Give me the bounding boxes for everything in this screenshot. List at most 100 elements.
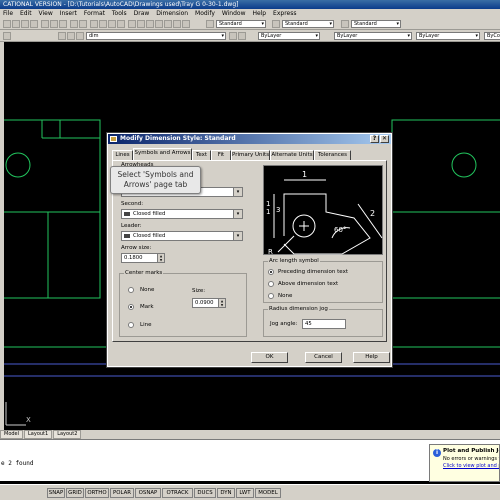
ortho-button[interactable]: ORTHO	[85, 488, 109, 498]
model-button[interactable]: MODEL	[255, 488, 281, 498]
tab-lines[interactable]: Lines	[112, 150, 133, 160]
new-icon[interactable]	[3, 20, 11, 28]
tab-tolerances[interactable]: Tolerances	[314, 150, 351, 160]
menu-view[interactable]: View	[39, 10, 53, 17]
grid-button[interactable]: GRID	[66, 488, 84, 498]
leader-arrowhead-value: Closed filled	[133, 233, 166, 239]
center-size-input[interactable]: 0.0900 ▲ ▼	[192, 298, 226, 308]
lineweight-combo[interactable]: ByLayer	[416, 32, 480, 40]
notification-link[interactable]: Click to view plot and publ	[443, 463, 499, 469]
chevron-down-icon[interactable]: ▾	[233, 232, 242, 240]
layer-manager-icon[interactable]	[3, 32, 11, 40]
arrow-size-input[interactable]: 0.1800 ▲ ▼	[121, 253, 165, 263]
arc-preceding-radio[interactable]	[268, 269, 274, 275]
copy-icon[interactable]	[50, 20, 58, 28]
tab-text[interactable]: Text	[192, 150, 211, 160]
lwt-button[interactable]: LWT	[236, 488, 254, 498]
plot-publish-notification[interactable]: i Plot and Publish Jo No errors or warni…	[429, 444, 500, 482]
calculator-icon[interactable]	[173, 20, 181, 28]
redo-icon[interactable]	[79, 20, 87, 28]
make-current-icon[interactable]	[229, 32, 237, 40]
tutorial-callout-line2: Arrows' page tab	[123, 180, 188, 189]
menu-modify[interactable]: Modify	[195, 10, 215, 17]
plot-icon[interactable]	[30, 20, 38, 28]
plotstyle-combo[interactable]: ByColor	[484, 32, 500, 40]
markup-icon[interactable]	[164, 20, 172, 28]
layer-lock-icon[interactable]	[76, 32, 84, 40]
help-icon[interactable]	[182, 20, 190, 28]
zoom-window-icon[interactable]	[108, 20, 116, 28]
text-style-combo[interactable]: Standard	[216, 20, 266, 28]
tab-alternate-units[interactable]: Alternate Units	[270, 150, 314, 160]
preview-dim-right: 2	[370, 209, 375, 218]
table-style-combo[interactable]: Standard	[351, 20, 401, 28]
layer-on-icon[interactable]	[58, 32, 66, 40]
command-line[interactable]: e 2 found	[0, 439, 500, 481]
linetype-combo[interactable]: ByLayer	[334, 32, 412, 40]
center-none-radio[interactable]	[128, 287, 134, 293]
zoom-icon[interactable]	[99, 20, 107, 28]
menu-draw[interactable]: Draw	[134, 10, 150, 17]
center-mark-radio[interactable]	[128, 304, 134, 310]
color-combo[interactable]: ByLayer	[258, 32, 320, 40]
menu-tools[interactable]: Tools	[112, 10, 127, 17]
cut-icon[interactable]	[41, 20, 49, 28]
spinner-arrows-icon[interactable]: ▲ ▼	[157, 254, 164, 262]
undo-icon[interactable]	[70, 20, 78, 28]
dyn-button[interactable]: DYN	[217, 488, 235, 498]
cancel-button[interactable]: Cancel	[305, 352, 342, 363]
chevron-down-icon[interactable]: ▾	[233, 188, 242, 196]
tool-palettes-icon[interactable]	[146, 20, 154, 28]
menu-edit[interactable]: Edit	[20, 10, 32, 17]
chevron-down-icon[interactable]: ▾	[233, 210, 242, 218]
zoom-previous-icon[interactable]	[117, 20, 125, 28]
menu-express[interactable]: Express	[273, 10, 296, 17]
dim-style-icon[interactable]	[272, 20, 280, 28]
app-title: CATIONAL VERSION - [D:\Tutorials\AutoCAD…	[3, 1, 239, 8]
ok-button[interactable]: OK	[251, 352, 288, 363]
tab-primary-units[interactable]: Primary Units	[231, 150, 270, 160]
pan-icon[interactable]	[90, 20, 98, 28]
menu-window[interactable]: Window	[222, 10, 246, 17]
tab-symbols-and-arrows[interactable]: Symbols and Arrows	[133, 148, 192, 160]
layer-combo[interactable]: dim	[86, 32, 226, 40]
sheet-set-icon[interactable]	[155, 20, 163, 28]
arc-none-radio[interactable]	[268, 293, 274, 299]
center-marks-group: Center marks None Mark Line Size: 0.0900…	[119, 270, 247, 337]
properties-icon[interactable]	[128, 20, 136, 28]
menu-format[interactable]: Format	[84, 10, 105, 17]
menu-insert[interactable]: Insert	[60, 10, 77, 17]
layer-freeze-icon[interactable]	[67, 32, 75, 40]
save-icon[interactable]	[21, 20, 29, 28]
arc-preceding-label: Preceding dimension text	[278, 269, 348, 275]
jog-angle-input[interactable]: 45	[302, 319, 346, 329]
paste-icon[interactable]	[59, 20, 67, 28]
tab-fit[interactable]: Fit	[211, 150, 231, 160]
open-icon[interactable]	[12, 20, 20, 28]
menu-help[interactable]: Help	[252, 10, 266, 17]
ducs-button[interactable]: DUCS	[194, 488, 216, 498]
help-question-icon[interactable]: ?	[370, 135, 379, 143]
dim-style-combo[interactable]: Standard	[282, 20, 334, 28]
otrack-button[interactable]: OTRACK	[162, 488, 193, 498]
help-button[interactable]: Help	[353, 352, 390, 363]
center-line-radio[interactable]	[128, 322, 134, 328]
tab-model[interactable]: Model	[0, 430, 24, 439]
leader-arrowhead-combo[interactable]: Closed filled ▾	[121, 231, 243, 241]
arc-above-radio[interactable]	[268, 281, 274, 287]
tab-layout2[interactable]: Layout2	[53, 430, 82, 439]
layer-previous-icon[interactable]	[238, 32, 246, 40]
menu-dimension[interactable]: Dimension	[156, 10, 188, 17]
menu-file[interactable]: File	[3, 10, 13, 17]
design-center-icon[interactable]	[137, 20, 145, 28]
osnap-button[interactable]: OSNAP	[135, 488, 161, 498]
polar-button[interactable]: POLAR	[110, 488, 134, 498]
tab-layout1[interactable]: Layout1	[24, 430, 53, 439]
text-style-icon[interactable]	[206, 20, 214, 28]
table-style-icon[interactable]	[341, 20, 349, 28]
status-bar: SNAP GRID ORTHO POLAR OSNAP OTRACK DUCS …	[0, 484, 500, 500]
second-arrowhead-combo[interactable]: Closed filled ▾	[121, 209, 243, 219]
snap-button[interactable]: SNAP	[47, 488, 65, 498]
close-icon[interactable]: ✕	[380, 135, 389, 143]
spinner-arrows-icon[interactable]: ▲ ▼	[218, 299, 225, 307]
